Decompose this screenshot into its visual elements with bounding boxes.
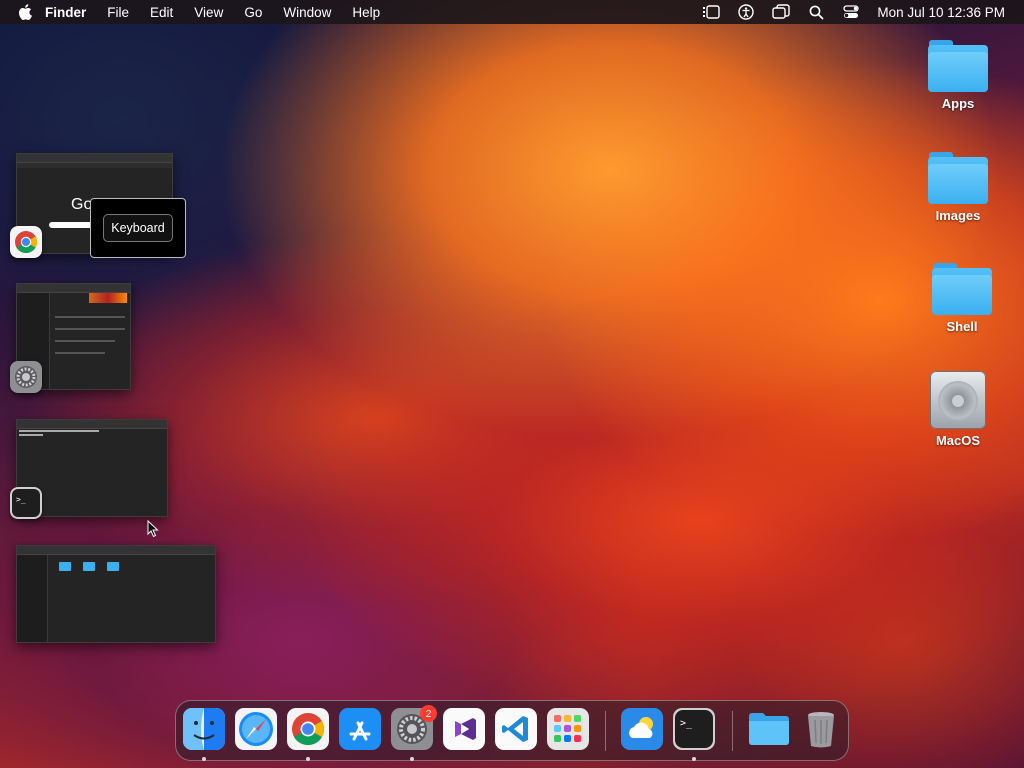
dock-separator [732, 711, 733, 751]
chrome-icon [287, 708, 329, 750]
running-indicator [410, 757, 414, 761]
stage-manager-tooltip: Keyboard [90, 198, 186, 258]
folder-icon [928, 40, 988, 92]
folder-icon [928, 152, 988, 204]
dock: 2 >_ [175, 700, 849, 761]
stage-thumbnail-finder[interactable] [16, 545, 216, 643]
chrome-icon [10, 226, 42, 258]
desktop-icon-macos[interactable]: MacOS [913, 371, 1003, 448]
menu-edit[interactable]: Edit [150, 5, 173, 20]
dock-item-safari[interactable] [235, 708, 277, 750]
menu-clock[interactable]: Mon Jul 10 12:36 PM [877, 5, 1005, 20]
folder-icon [932, 263, 992, 315]
desktop-icon-apps[interactable]: Apps [913, 40, 1003, 111]
desktop-icon-label: Apps [941, 96, 975, 111]
running-indicator [306, 757, 310, 761]
system-settings-icon [10, 361, 42, 393]
running-indicator [692, 757, 696, 761]
visual-studio-icon [443, 708, 485, 750]
dock-item-app-store[interactable] [339, 708, 381, 750]
menu-go[interactable]: Go [244, 5, 262, 20]
launchpad-icon [547, 708, 589, 750]
terminal-icon: >_ [673, 708, 715, 750]
vscode-icon [495, 708, 537, 750]
dock-item-finder[interactable] [183, 708, 225, 750]
search-icon[interactable] [807, 3, 825, 21]
dock-item-visual-studio[interactable] [443, 708, 485, 750]
dock-item-vscode[interactable] [495, 708, 537, 750]
dock-item-terminal[interactable]: >_ [673, 708, 715, 750]
menu-view[interactable]: View [194, 5, 223, 20]
menu-app-name[interactable]: Finder [45, 5, 86, 20]
app-store-icon [339, 708, 381, 750]
tooltip-label: Keyboard [103, 214, 173, 242]
dock-separator [605, 711, 606, 751]
dock-item-downloads[interactable] [747, 708, 789, 750]
desktop-icon-label: Images [935, 208, 981, 223]
accessibility-icon[interactable] [737, 3, 755, 21]
svg-text:>_: >_ [16, 495, 26, 504]
svg-text:>_: >_ [680, 718, 693, 729]
dock-item-launchpad[interactable] [547, 708, 589, 750]
weather-icon [621, 708, 663, 750]
safari-icon [235, 708, 277, 750]
screen-mirroring-icon[interactable] [772, 3, 791, 21]
desktop-icon-label: Shell [946, 319, 978, 334]
dock-item-weather[interactable] [621, 708, 663, 750]
dock-item-chrome[interactable] [287, 708, 329, 750]
control-center-icon[interactable] [842, 3, 860, 21]
menu-window[interactable]: Window [283, 5, 331, 20]
mouse-pointer-icon [147, 519, 159, 538]
finder-icon [183, 708, 225, 750]
menu-help[interactable]: Help [352, 5, 380, 20]
terminal-icon: >_ [10, 487, 42, 519]
apple-menu-icon[interactable] [18, 4, 32, 20]
stage-manager-icon[interactable] [702, 3, 721, 21]
folder-icon [749, 713, 789, 745]
notification-badge: 2 [420, 705, 437, 722]
trash-icon [808, 712, 834, 748]
menu-file[interactable]: File [107, 5, 129, 20]
desktop-icon-images[interactable]: Images [913, 152, 1003, 223]
desktop-icon-label: MacOS [935, 433, 981, 448]
menu-bar: Finder File Edit View Go Window Help Mon… [0, 0, 1024, 24]
running-indicator [202, 757, 206, 761]
hard-drive-icon [930, 371, 986, 429]
desktop-icon-shell[interactable]: Shell [917, 263, 1007, 334]
status-menus: Mon Jul 10 12:36 PM [702, 0, 1024, 24]
dock-item-trash[interactable] [800, 708, 842, 750]
